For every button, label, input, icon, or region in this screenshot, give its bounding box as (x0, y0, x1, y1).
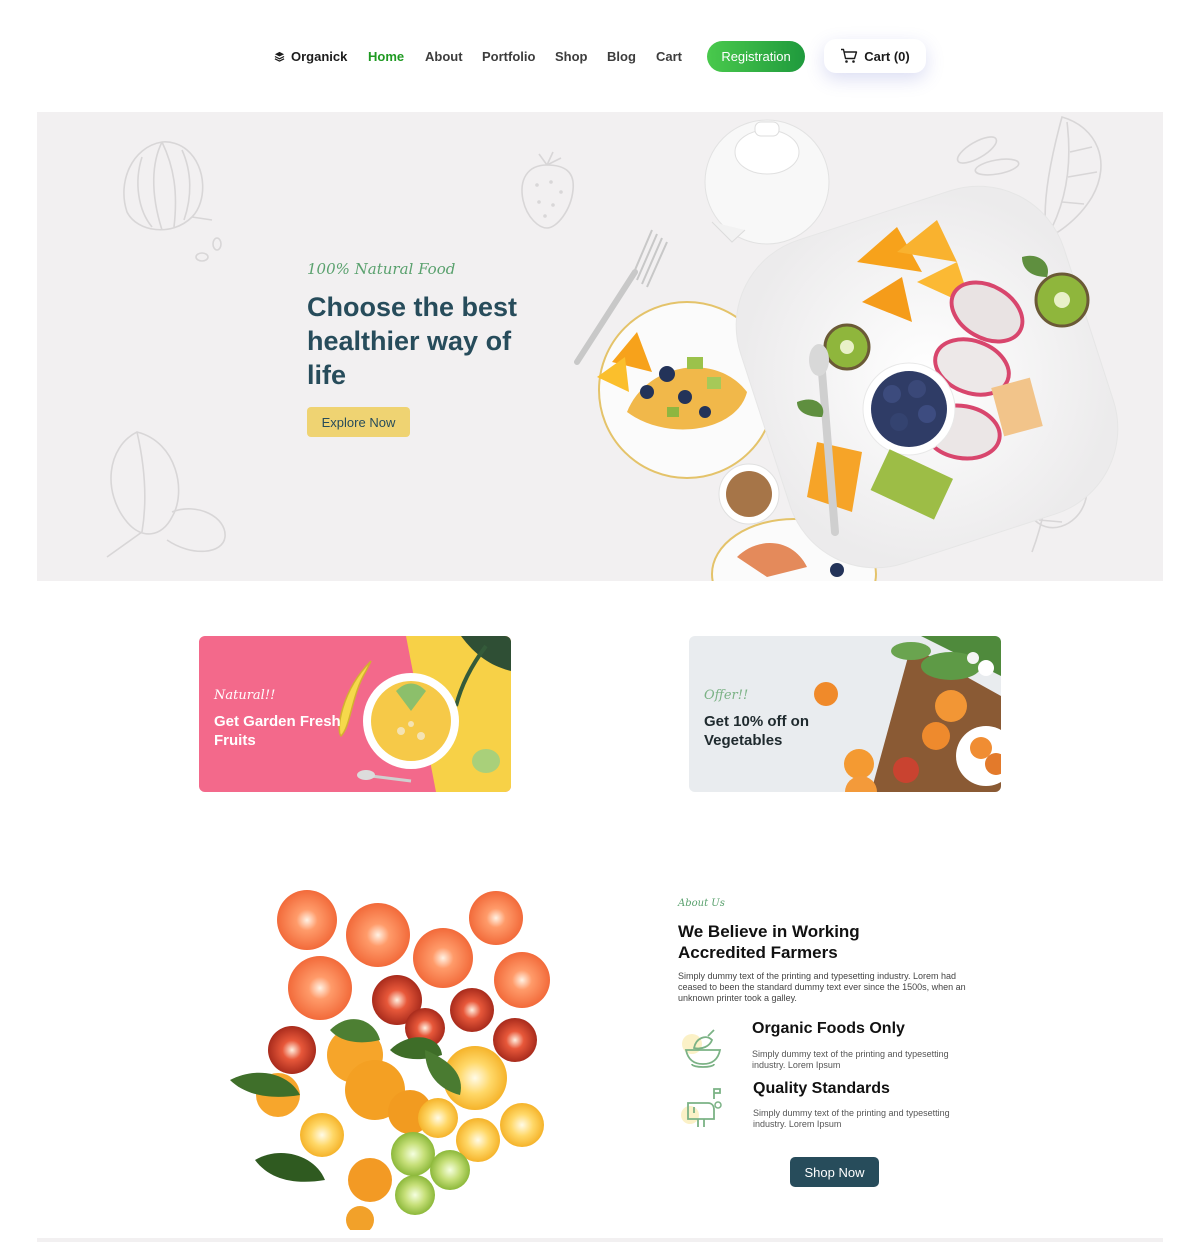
layers-icon (274, 51, 285, 62)
section-divider (37, 1238, 1163, 1242)
feature-description: Simply dummy text of the printing and ty… (752, 1049, 949, 1070)
brand-name: Organick (291, 49, 348, 64)
mailbox-icon (681, 1088, 722, 1127)
nav-link-blog[interactable]: Blog (607, 49, 636, 64)
nav-link-portfolio[interactable]: Portfolio (482, 49, 535, 64)
top-navigation: Organick Home About Portfolio Shop Blog … (0, 38, 1200, 74)
promo-tag: Natural!! (214, 688, 276, 703)
about-tag: About Us (678, 898, 725, 909)
hero-title: Choose the best healthier way of life (307, 292, 518, 390)
bowl-icon (682, 1029, 722, 1068)
promo-title: Get Garden Fresh Fruits (214, 713, 341, 749)
explore-now-button[interactable]: Explore Now (307, 407, 410, 437)
breakfast-platter-image (574, 119, 1119, 581)
promo-title: Get 10% off on Vegetables (704, 713, 810, 749)
nav-link-shop[interactable]: Shop (555, 49, 588, 64)
shop-now-button[interactable]: Shop Now (790, 1157, 879, 1187)
nav-link-home[interactable]: Home (368, 49, 404, 64)
hero-tagline: 100% Natural Food (307, 260, 456, 278)
shopping-cart-icon (841, 48, 858, 63)
brand-logo[interactable]: Organick (274, 49, 347, 64)
feature-title: Quality Standards (753, 1080, 890, 1097)
registration-button[interactable]: Registration (707, 41, 805, 72)
cart-label: Cart (0) (864, 48, 910, 64)
hero-banner: 100% Natural Food Choose the best health… (37, 112, 1163, 581)
feature-description: Simply dummy text of the printing and ty… (753, 1108, 950, 1129)
onion-doodle-icon (123, 141, 222, 262)
cart-button[interactable]: Cart (0) (824, 39, 926, 73)
promo-card-vegetables[interactable]: Offer!! Get 10% off on Vegetables (689, 636, 1001, 792)
about-description: Simply dummy text of the printing and ty… (678, 971, 966, 1003)
promo-card-fruits[interactable]: Natural!! Get Garden Fresh Fruits (199, 636, 511, 792)
nav-link-about[interactable]: About (425, 49, 463, 64)
leaf-doodle-icon (106, 431, 226, 558)
promo-tag: Offer!! (704, 688, 749, 703)
about-title: We Believe in Working Accredited Farmers (678, 922, 860, 962)
citrus-fruits-image (230, 890, 550, 1230)
feature-title: Organic Foods Only (752, 1020, 905, 1037)
nav-link-cart[interactable]: Cart (656, 49, 682, 64)
